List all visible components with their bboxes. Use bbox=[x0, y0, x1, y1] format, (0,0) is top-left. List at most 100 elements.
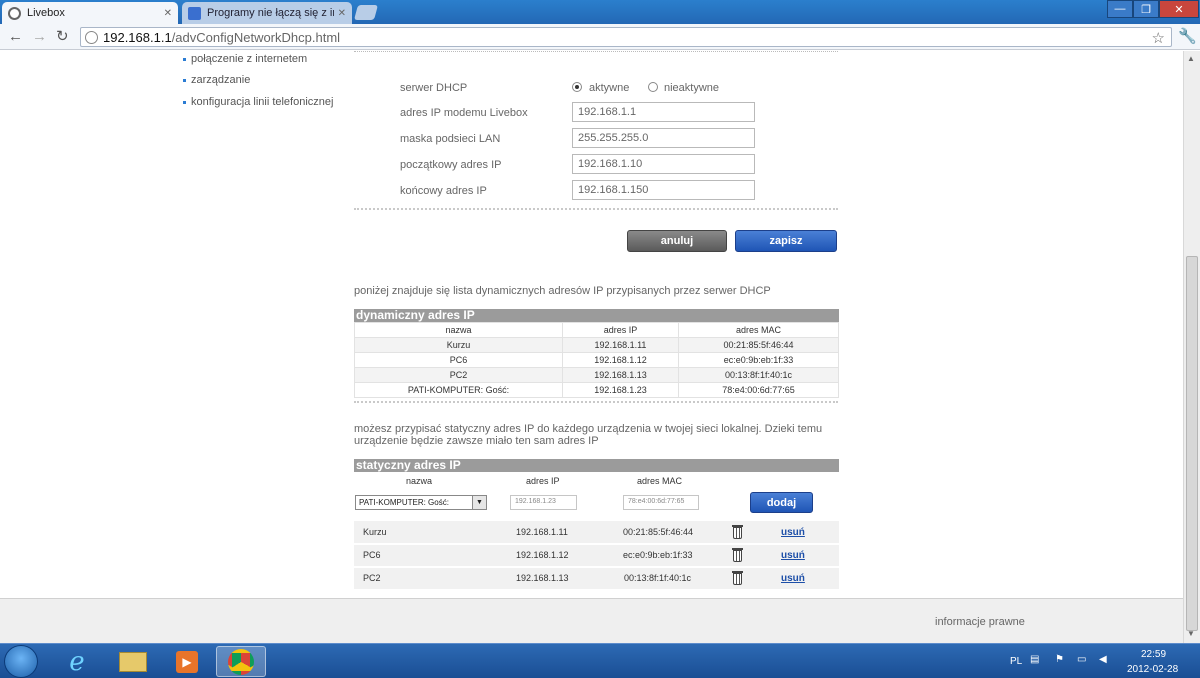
tab-livebox[interactable]: Livebox ✕ bbox=[2, 2, 178, 24]
device-select-value: PATI-KOMPUTER: Gość: bbox=[359, 498, 449, 507]
cell-ip: 192.168.1.11 bbox=[562, 337, 679, 353]
close-window-button[interactable]: ✕ bbox=[1159, 0, 1199, 18]
end-ip-input[interactable] bbox=[572, 180, 755, 200]
volume-icon[interactable]: ◀ bbox=[1099, 654, 1107, 665]
cancel-button[interactable]: anuluj bbox=[627, 230, 727, 252]
col-mac: adres MAC bbox=[678, 322, 839, 338]
cell-ip: 192.168.1.12 bbox=[562, 352, 679, 368]
col-name: nazwa bbox=[354, 322, 563, 338]
static-mac-input[interactable]: 78:e4:00:6d:77:65 bbox=[623, 495, 699, 510]
cell-mac: 78:e4:00:6d:77:65 bbox=[678, 382, 839, 398]
livebox-favicon-icon bbox=[8, 6, 21, 20]
dhcp-server-label: serwer DHCP bbox=[400, 82, 468, 94]
save-button[interactable]: zapisz bbox=[735, 230, 837, 252]
table-row: PATI-KOMPUTER: Gość: 192.168.1.23 78:e4:00… bbox=[354, 382, 839, 398]
radio-active[interactable] bbox=[572, 82, 582, 92]
new-tab-button[interactable] bbox=[353, 5, 379, 20]
static-row-ip: 192.168.1.11 bbox=[516, 527, 568, 537]
minimize-button[interactable]: — bbox=[1107, 0, 1133, 18]
cell-ip: 192.168.1.23 bbox=[562, 382, 679, 398]
tab-title: Livebox bbox=[27, 7, 65, 19]
forum-favicon-icon bbox=[188, 6, 201, 20]
remove-link[interactable]: usuń bbox=[781, 550, 805, 561]
remove-link[interactable]: usuń bbox=[781, 573, 805, 584]
modem-ip-label: adres IP modemu Livebox bbox=[400, 107, 528, 119]
cell-name: PATI-KOMPUTER: Gość: bbox=[354, 382, 563, 398]
ie-taskbar-icon[interactable]: e bbox=[52, 646, 102, 677]
network-icon[interactable]: ▭ bbox=[1077, 654, 1086, 665]
cell-name: PC6 bbox=[354, 352, 563, 368]
back-arrow-icon[interactable]: ← bbox=[8, 29, 23, 45]
dynamic-table-title: dynamiczny adres IP bbox=[354, 309, 839, 322]
static-row-mac: 00:21:85:5f:46:44 bbox=[623, 527, 694, 537]
tab-close-icon[interactable]: ✕ bbox=[164, 8, 172, 19]
static-row-mac: 00:13:8f:1f:40:1c bbox=[624, 573, 692, 583]
flag-icon[interactable]: ⚑ bbox=[1055, 654, 1064, 665]
clock-date[interactable]: 2012-02-28 bbox=[1127, 664, 1178, 675]
static-col-ip: adres IP bbox=[526, 476, 560, 486]
reload-icon[interactable]: ↻ bbox=[56, 29, 69, 45]
tab-forum[interactable]: Programy nie łączą się z inte ✕ bbox=[182, 2, 352, 24]
media-player-taskbar-icon[interactable]: ▶ bbox=[162, 646, 212, 677]
forward-arrow-icon[interactable]: → bbox=[32, 29, 47, 45]
sidebar-item-management[interactable]: zarządzanie bbox=[182, 74, 250, 86]
chevron-down-icon[interactable]: ▼ bbox=[472, 496, 486, 509]
tab-strip: Livebox ✕ Programy nie łączą się z inte … bbox=[0, 0, 1200, 24]
wrench-menu-icon[interactable]: 🔧 bbox=[1178, 27, 1197, 45]
modem-ip-input[interactable] bbox=[572, 102, 755, 122]
scroll-down-icon[interactable]: ▼ bbox=[1187, 629, 1195, 638]
cell-mac: 00:21:85:5f:46:44 bbox=[678, 337, 839, 353]
cell-ip: 192.168.1.13 bbox=[562, 367, 679, 383]
cell-mac: ec:e0:9b:eb:1f:33 bbox=[678, 352, 839, 368]
cell-name: Kurzu bbox=[354, 337, 563, 353]
static-info-line-2: urządzenie będzie zawsze miało ten sam a… bbox=[354, 435, 599, 447]
static-col-mac: adres MAC bbox=[637, 476, 683, 486]
chrome-taskbar-icon[interactable] bbox=[216, 646, 266, 677]
trash-icon[interactable] bbox=[732, 571, 743, 585]
static-row-name: PC6 bbox=[363, 550, 381, 560]
scroll-thumb[interactable] bbox=[1186, 256, 1198, 631]
page-globe-icon bbox=[85, 30, 98, 44]
language-indicator[interactable]: PL bbox=[1010, 656, 1022, 667]
clock-time[interactable]: 22:59 bbox=[1141, 649, 1166, 660]
start-ip-input[interactable] bbox=[572, 154, 755, 174]
taskbar: e ▶ PL ▤ ⚑ ▭ ◀ 22:59 2012-02-28 bbox=[0, 643, 1200, 678]
page-scrollbar[interactable]: ▲ ▼ bbox=[1183, 51, 1200, 643]
static-col-name: nazwa bbox=[406, 476, 433, 486]
toolbar: ← → ↻ 192.168.1.1/advConfigNetworkDhcp.h… bbox=[0, 24, 1200, 50]
trash-icon[interactable] bbox=[732, 525, 743, 539]
url-path: /advConfigNetworkDhcp.html bbox=[171, 29, 341, 45]
footer: informacje prawne bbox=[0, 598, 1183, 643]
sidebar-item-phone-line[interactable]: konfiguracja linii telefonicznej bbox=[182, 96, 333, 108]
subnet-mask-input[interactable] bbox=[572, 128, 755, 148]
cell-mac: 00:13:8f:1f:40:1c bbox=[678, 367, 839, 383]
radio-active-label: aktywne bbox=[589, 82, 630, 94]
scroll-up-icon[interactable]: ▲ bbox=[1187, 54, 1195, 63]
table-header-row: nazwa adres IP adres MAC bbox=[354, 322, 839, 338]
legal-info-link[interactable]: informacje prawne bbox=[935, 616, 1025, 628]
dynamic-ip-table: nazwa adres IP adres MAC Kurzu 192.168.1.… bbox=[354, 322, 839, 398]
address-bar[interactable]: 192.168.1.1/advConfigNetworkDhcp.html ☆ bbox=[80, 27, 1172, 47]
start-ip-label: początkowy adres IP bbox=[400, 159, 502, 171]
keyboard-icon[interactable]: ▤ bbox=[1030, 654, 1039, 665]
table-row: PC6 192.168.1.12 ec:e0:9b:eb:1f:33 bbox=[354, 352, 839, 368]
tab-close-icon[interactable]: ✕ bbox=[338, 8, 346, 19]
bookmark-star-icon[interactable]: ☆ bbox=[1152, 29, 1165, 47]
table-row bbox=[354, 568, 839, 589]
table-row: PC2 192.168.1.13 00:13:8f:1f:40:1c bbox=[354, 367, 839, 383]
radio-inactive-label: nieaktywne bbox=[664, 82, 720, 94]
cell-name: PC2 bbox=[354, 367, 563, 383]
remove-link[interactable]: usuń bbox=[781, 527, 805, 538]
explorer-taskbar-icon[interactable] bbox=[108, 646, 158, 677]
static-ip-input[interactable]: 192.168.1.23 bbox=[510, 495, 577, 510]
trash-icon[interactable] bbox=[732, 548, 743, 562]
radio-inactive[interactable] bbox=[648, 82, 658, 92]
maximize-button[interactable]: ❐ bbox=[1133, 0, 1159, 18]
add-button[interactable]: dodaj bbox=[750, 492, 813, 513]
device-select[interactable]: PATI-KOMPUTER: Gość: ▼ bbox=[355, 495, 487, 510]
start-button[interactable] bbox=[4, 645, 38, 678]
divider bbox=[354, 401, 838, 403]
divider bbox=[354, 51, 838, 55]
static-row-ip: 192.168.1.13 bbox=[516, 573, 569, 583]
sidebar-item-internet[interactable]: połączenie z internetem bbox=[182, 53, 307, 65]
